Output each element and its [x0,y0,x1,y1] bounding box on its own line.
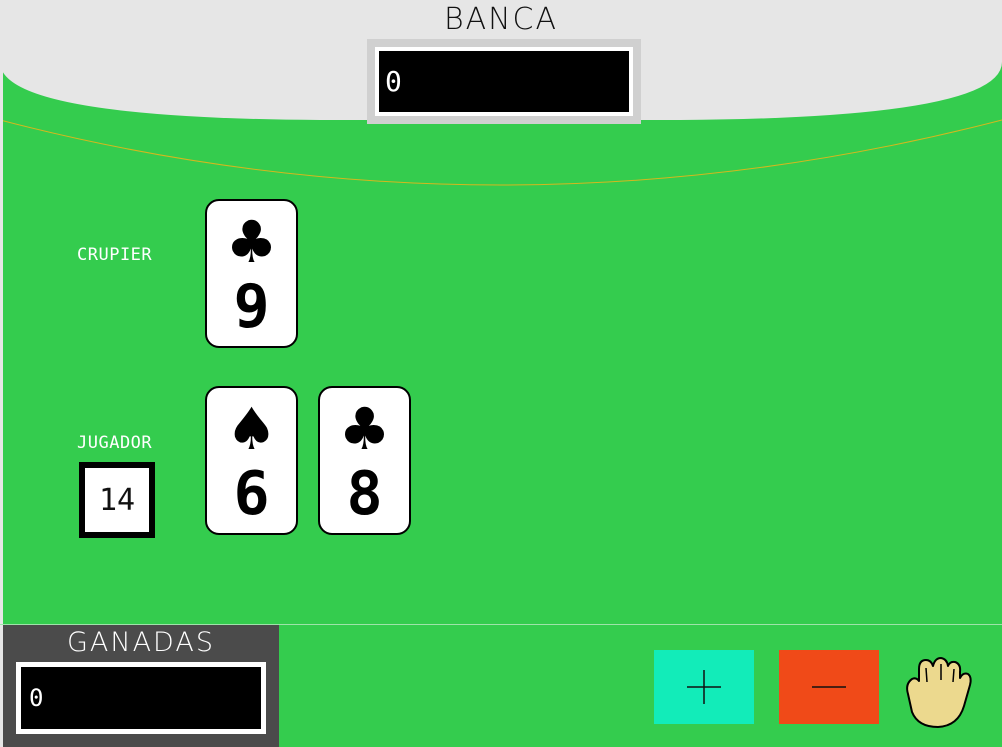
player-card: ♣ 8 [318,386,411,535]
card-rank: 9 [233,272,270,342]
banca-display-frame: 0 [367,39,641,124]
ganadas-panel: GANADAS 0 [3,625,279,747]
card-rank: 6 [233,459,270,529]
club-icon: ♣ [225,208,278,276]
plus-icon [687,670,721,704]
minus-button[interactable] [779,650,879,724]
jugador-label: JUGADOR [77,433,153,453]
crupier-label: CRUPIER [77,245,153,265]
hit-button[interactable] [654,650,754,724]
minus-icon [812,686,846,688]
ganadas-display-frame: 0 [16,662,266,734]
hand-icon [906,657,972,728]
player-score: 14 [85,468,149,532]
player-card: ♠ 6 [205,386,298,535]
banca-title: BANCA [443,2,559,37]
ganadas-value: 0 [21,667,261,729]
player-score-box: 14 [79,462,155,538]
stand-button[interactable] [902,654,974,732]
ganadas-title: GANADAS [67,627,215,658]
banca-value: 0 [379,51,629,112]
card-rank: 8 [346,459,383,529]
dealer-card: ♣ 9 [205,199,298,348]
club-icon: ♣ [338,395,391,463]
spade-icon: ♠ [225,395,278,463]
